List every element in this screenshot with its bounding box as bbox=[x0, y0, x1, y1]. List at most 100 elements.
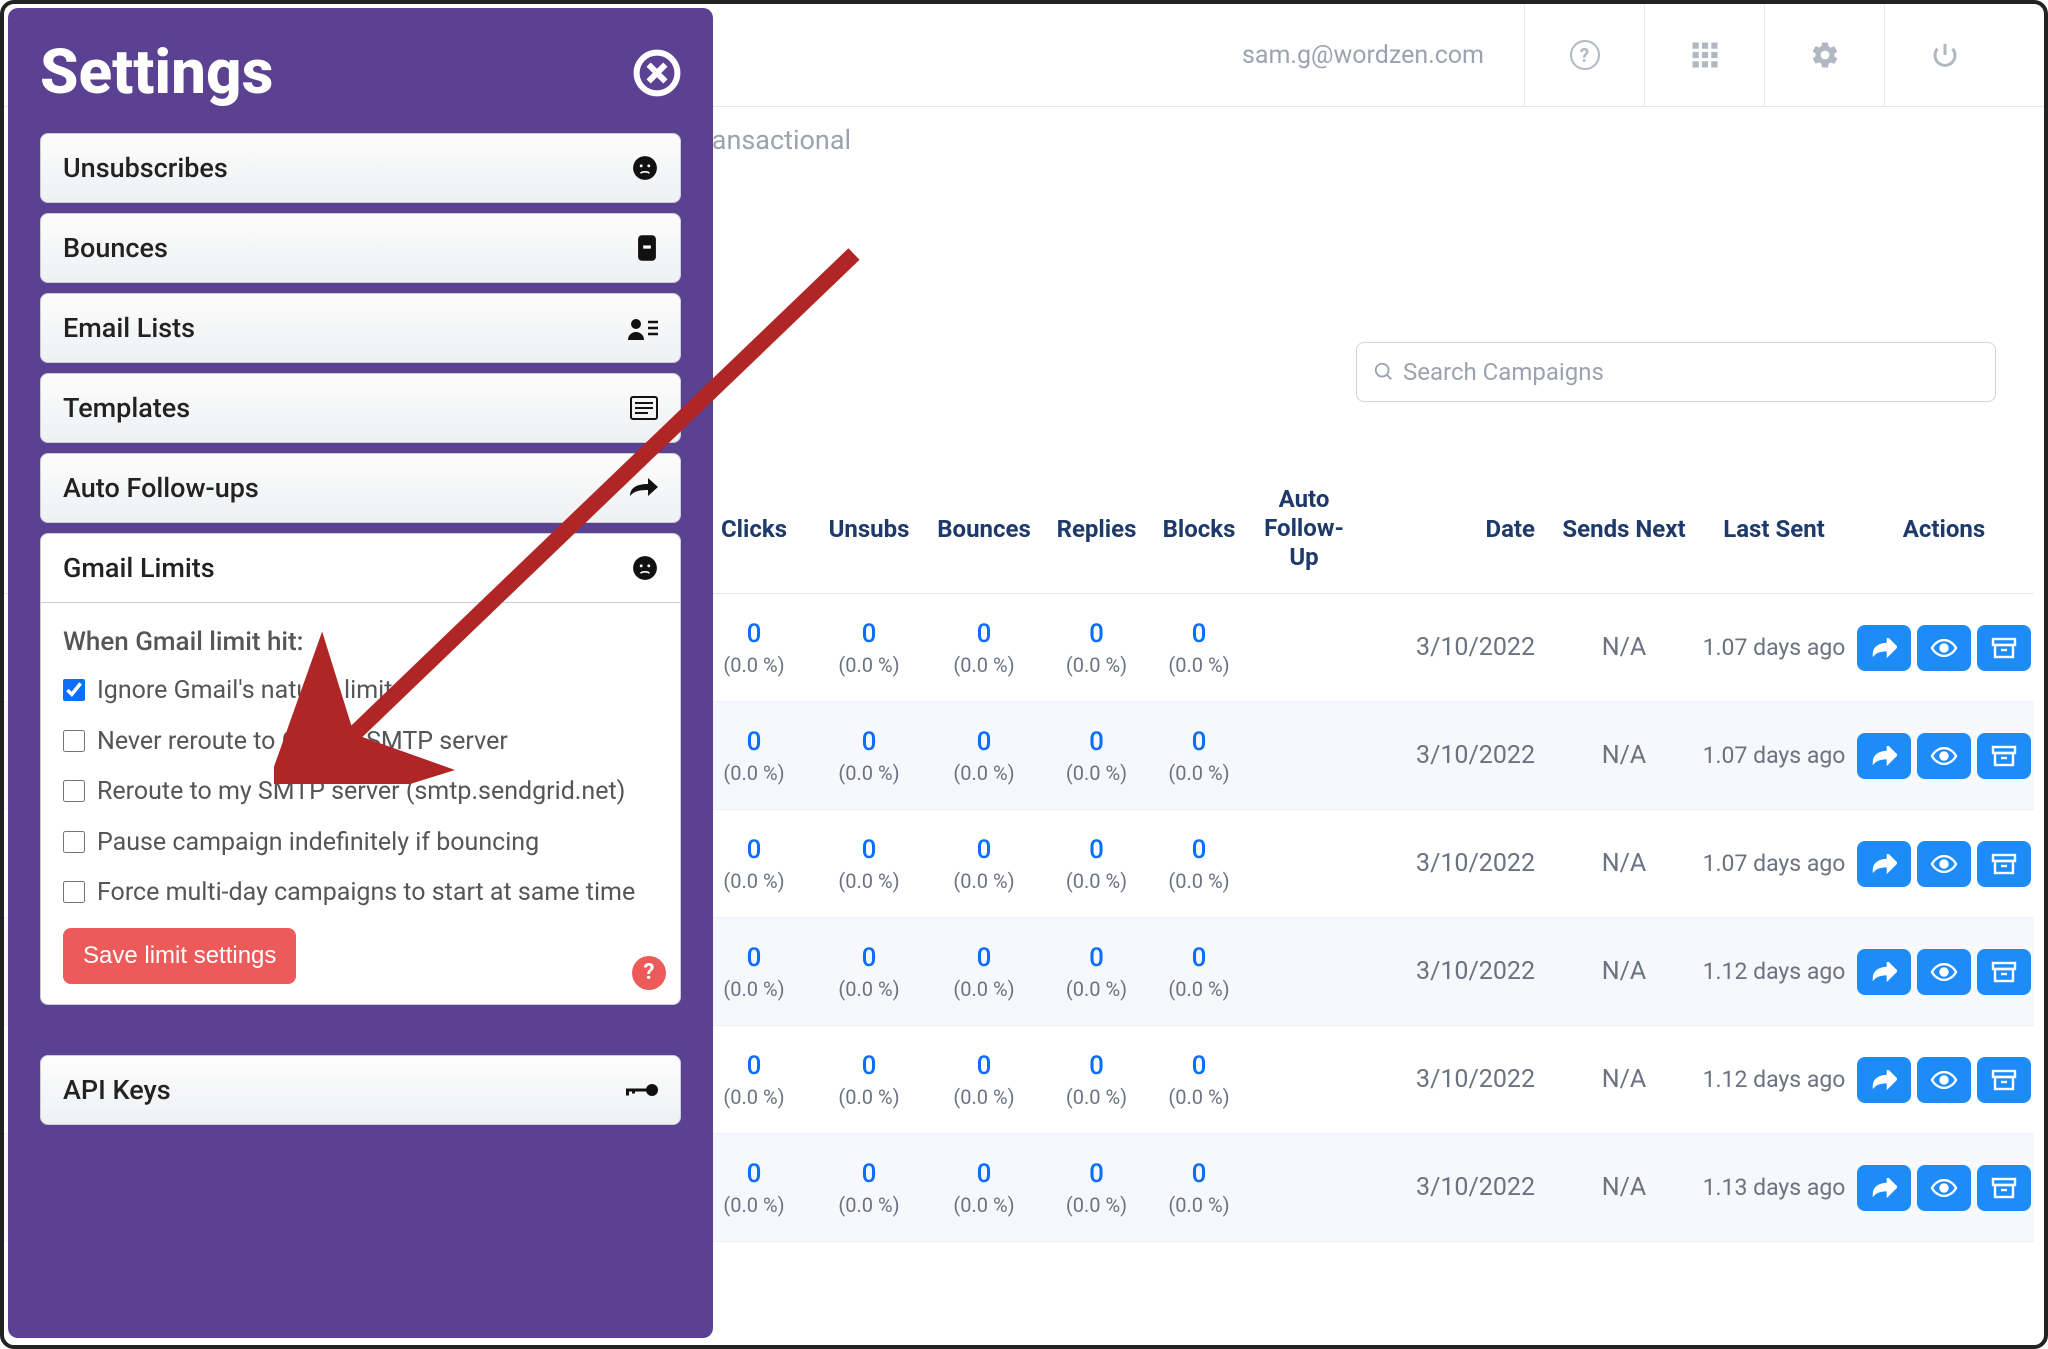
cell-bounces[interactable]: 0 bbox=[924, 835, 1044, 865]
help-badge-icon[interactable]: ? bbox=[632, 956, 666, 990]
section-api-keys[interactable]: API Keys bbox=[40, 1055, 681, 1125]
col-actions: Actions bbox=[1849, 505, 2039, 553]
cell-unsubs[interactable]: 0 bbox=[814, 727, 924, 757]
cell-date: 3/10/2022 bbox=[1359, 633, 1549, 662]
section-bounces[interactable]: Bounces bbox=[40, 213, 681, 283]
label-never-reroute: Never reroute to GMass SMTP server bbox=[97, 726, 508, 759]
cell-last-sent: 1.12 days ago bbox=[1699, 1066, 1849, 1094]
close-icon[interactable] bbox=[633, 49, 681, 97]
power-icon[interactable] bbox=[1884, 4, 2004, 107]
cell-blocks[interactable]: 0 bbox=[1149, 943, 1249, 973]
cell-replies[interactable]: 0 bbox=[1044, 1051, 1149, 1081]
cell-bounces[interactable]: 0 bbox=[924, 1051, 1044, 1081]
share-icon[interactable] bbox=[1857, 949, 1911, 995]
eye-icon[interactable] bbox=[1917, 841, 1971, 887]
cell-date: 3/10/2022 bbox=[1359, 1173, 1549, 1202]
eye-icon[interactable] bbox=[1917, 1165, 1971, 1211]
col-replies[interactable]: Replies bbox=[1044, 505, 1149, 553]
cell-bounces[interactable]: 0 bbox=[924, 1159, 1044, 1189]
cell-blocks[interactable]: 0 bbox=[1149, 1051, 1249, 1081]
section-auto-followups[interactable]: Auto Follow-ups bbox=[40, 453, 681, 523]
cell-date: 3/10/2022 bbox=[1359, 849, 1549, 878]
cell-blocks[interactable]: 0 bbox=[1149, 1159, 1249, 1189]
cell-last-sent: 1.07 days ago bbox=[1699, 634, 1849, 662]
col-sends-next[interactable]: Sends Next bbox=[1549, 505, 1699, 553]
col-afu[interactable]: Auto Follow-Up bbox=[1249, 475, 1359, 581]
search-placeholder: Search Campaigns bbox=[1403, 358, 1604, 386]
col-last-sent[interactable]: Last Sent bbox=[1699, 505, 1849, 553]
settings-panel: Settings Unsubscribes Bounces Email List… bbox=[8, 8, 713, 1338]
cell-date: 3/10/2022 bbox=[1359, 1065, 1549, 1094]
cell-sends-next: N/A bbox=[1549, 1173, 1699, 1202]
cell-unsubs[interactable]: 0 bbox=[814, 619, 924, 649]
cell-replies[interactable]: 0 bbox=[1044, 1159, 1149, 1189]
checkbox-reroute-mine[interactable] bbox=[63, 780, 85, 802]
gmail-limits-body: When Gmail limit hit: Ignore Gmail's nat… bbox=[40, 603, 681, 1005]
cell-unsubs[interactable]: 0 bbox=[814, 1159, 924, 1189]
grid-icon[interactable] bbox=[1644, 4, 1764, 107]
key-icon bbox=[626, 1082, 658, 1098]
gear-icon[interactable] bbox=[1764, 4, 1884, 107]
cell-replies[interactable]: 0 bbox=[1044, 943, 1149, 973]
cell-bounces[interactable]: 0 bbox=[924, 619, 1044, 649]
eye-icon[interactable] bbox=[1917, 949, 1971, 995]
share-icon[interactable] bbox=[1857, 733, 1911, 779]
share-icon[interactable] bbox=[1857, 1165, 1911, 1211]
share-icon[interactable] bbox=[1857, 1057, 1911, 1103]
bounce-icon bbox=[636, 234, 658, 262]
cell-date: 3/10/2022 bbox=[1359, 957, 1549, 986]
section-unsubscribes[interactable]: Unsubscribes bbox=[40, 133, 681, 203]
checkbox-pause[interactable] bbox=[63, 831, 85, 853]
cell-sends-next: N/A bbox=[1549, 957, 1699, 986]
gmail-limits-heading: When Gmail limit hit: bbox=[63, 627, 658, 657]
save-limit-settings-button[interactable]: Save limit settings bbox=[63, 928, 296, 984]
col-blocks[interactable]: Blocks bbox=[1149, 505, 1249, 553]
col-date[interactable]: Date bbox=[1359, 505, 1549, 553]
share-icon[interactable] bbox=[1857, 841, 1911, 887]
cell-last-sent: 1.07 days ago bbox=[1699, 742, 1849, 770]
section-templates[interactable]: Templates bbox=[40, 373, 681, 443]
col-unsubs[interactable]: Unsubs bbox=[814, 505, 924, 553]
cell-last-sent: 1.13 days ago bbox=[1699, 1174, 1849, 1202]
cell-last-sent: 1.07 days ago bbox=[1699, 850, 1849, 878]
eye-icon[interactable] bbox=[1917, 1057, 1971, 1103]
archive-icon[interactable] bbox=[1977, 1165, 2031, 1211]
label-pause: Pause campaign indefinitely if bouncing bbox=[97, 827, 539, 860]
cell-replies[interactable]: 0 bbox=[1044, 835, 1149, 865]
archive-icon[interactable] bbox=[1977, 733, 2031, 779]
cell-blocks[interactable]: 0 bbox=[1149, 619, 1249, 649]
sad-face-icon bbox=[632, 155, 658, 181]
checkbox-force-multiday[interactable] bbox=[63, 881, 85, 903]
cell-unsubs[interactable]: 0 bbox=[814, 1051, 924, 1081]
settings-title: Settings bbox=[40, 36, 273, 109]
cell-blocks[interactable]: 0 bbox=[1149, 727, 1249, 757]
cell-blocks[interactable]: 0 bbox=[1149, 835, 1249, 865]
checkbox-ignore-limits[interactable] bbox=[63, 679, 85, 701]
section-gmail-limits[interactable]: Gmail Limits bbox=[40, 533, 681, 603]
sad-face-icon bbox=[632, 555, 658, 581]
share-icon[interactable] bbox=[1857, 625, 1911, 671]
col-bounces[interactable]: Bounces bbox=[924, 505, 1044, 553]
label-reroute-mine: Reroute to my SMTP server (smtp.sendgrid… bbox=[97, 776, 625, 809]
search-input[interactable]: Search Campaigns bbox=[1356, 342, 1996, 402]
archive-icon[interactable] bbox=[1977, 1057, 2031, 1103]
forward-icon bbox=[628, 478, 658, 498]
archive-icon[interactable] bbox=[1977, 949, 2031, 995]
cell-last-sent: 1.12 days ago bbox=[1699, 958, 1849, 986]
cell-bounces[interactable]: 0 bbox=[924, 727, 1044, 757]
cell-replies[interactable]: 0 bbox=[1044, 727, 1149, 757]
cell-replies[interactable]: 0 bbox=[1044, 619, 1149, 649]
archive-icon[interactable] bbox=[1977, 625, 2031, 671]
eye-icon[interactable] bbox=[1917, 733, 1971, 779]
cell-unsubs[interactable]: 0 bbox=[814, 835, 924, 865]
label-force-multiday: Force multi-day campaigns to start at sa… bbox=[97, 877, 635, 910]
checkbox-never-reroute[interactable] bbox=[63, 730, 85, 752]
section-email-lists[interactable]: Email Lists bbox=[40, 293, 681, 363]
template-icon bbox=[630, 396, 658, 420]
cell-sends-next: N/A bbox=[1549, 741, 1699, 770]
cell-unsubs[interactable]: 0 bbox=[814, 943, 924, 973]
help-icon[interactable]: ? bbox=[1524, 4, 1644, 107]
archive-icon[interactable] bbox=[1977, 841, 2031, 887]
cell-bounces[interactable]: 0 bbox=[924, 943, 1044, 973]
eye-icon[interactable] bbox=[1917, 625, 1971, 671]
